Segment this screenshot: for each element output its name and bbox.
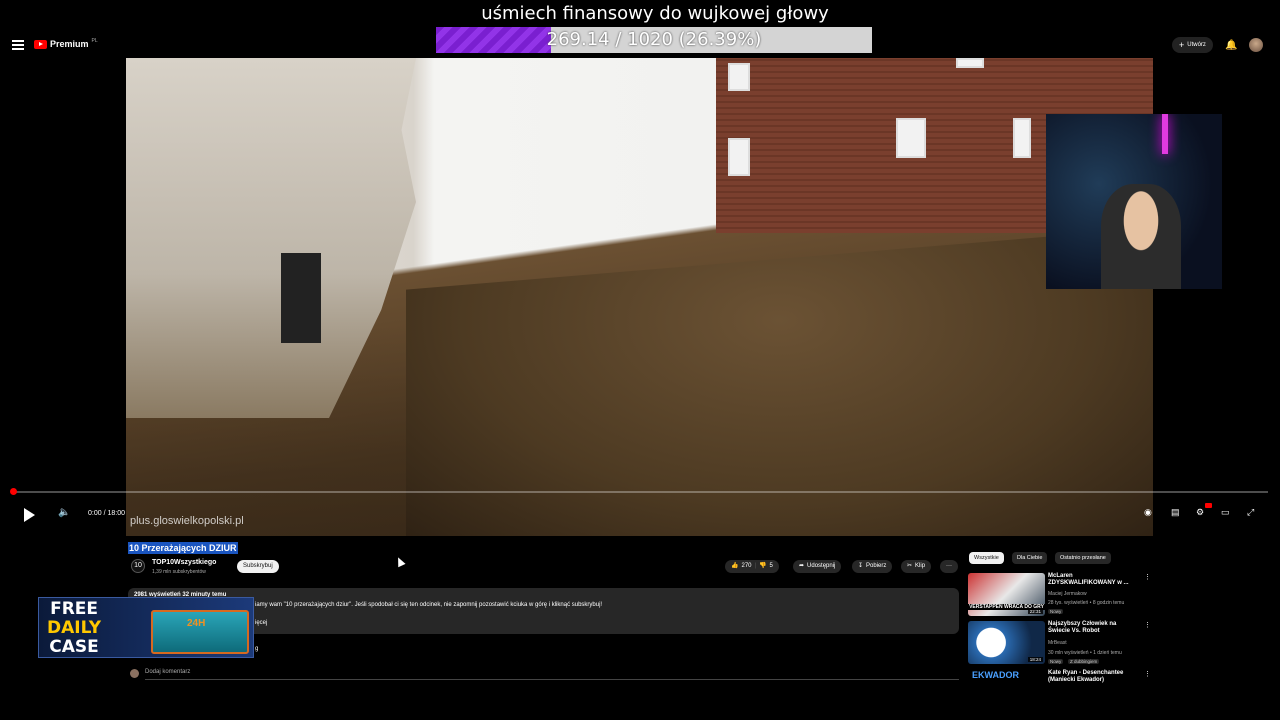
description-show-more[interactable]: ięcej — [255, 620, 267, 626]
autoplay-toggle-icon[interactable]: ◉ — [1144, 507, 1152, 518]
recommendation-item[interactable]: VERSTAPPEN WRACA DO GRY 22:31 McLaren ZD… — [968, 573, 1151, 618]
more-actions-button[interactable]: ··· — [940, 560, 958, 573]
thumbs-up-icon: 👍 — [731, 563, 739, 569]
subtitles-icon[interactable]: ▤ — [1171, 507, 1180, 518]
video-watermark: plus.gloswielkopolski.pl — [130, 515, 244, 527]
video-scene-window — [281, 253, 321, 343]
theater-mode-icon[interactable]: ▭ — [1221, 507, 1230, 518]
like-count: 270 — [741, 563, 752, 569]
comment-input-underline — [145, 679, 959, 680]
ad-text: FREE DAILY CASE — [47, 599, 102, 657]
clip-label: Klip — [915, 563, 926, 569]
youtube-play-icon — [34, 39, 47, 49]
share-icon: ➦ — [799, 563, 805, 569]
video-duration: 22:31 — [1027, 609, 1043, 614]
channel-name[interactable]: TOP10Wszystkiego — [152, 559, 216, 566]
video-scene-sinkhole — [406, 228, 1153, 536]
streamer-webcam — [1046, 114, 1222, 289]
scissors-icon: ✂ — [907, 563, 913, 569]
recommendation-item[interactable]: EKWADOR Kate Ryan - Desenchantee (Maniec… — [968, 670, 1151, 690]
stream-goal-progress-text: 269.14 / 1020 (26.39%) — [546, 29, 762, 50]
video-time: 0:00 / 18:00 — [88, 510, 125, 517]
create-button[interactable]: + Utwórz — [1172, 37, 1213, 53]
share-button[interactable]: ➦ Udostępnij — [793, 560, 842, 573]
play-icon[interactable] — [24, 508, 35, 522]
subscribe-button[interactable]: Subskrybuj — [237, 560, 279, 573]
ad-case-image: 24H — [151, 610, 249, 654]
download-button[interactable]: ↧ Pobierz — [852, 560, 893, 573]
description-text: iamy wam "10 przerażających dziur". Jeśl… — [255, 602, 603, 608]
video-scene-ruined-wall — [126, 58, 416, 418]
video-duration: 18:24 — [1027, 657, 1043, 662]
share-label: Udostępnij — [807, 563, 836, 569]
ad-24h-badge: 24H — [187, 618, 206, 629]
video-title: 10 Przerażających DZIUR — [128, 542, 238, 554]
fullscreen-icon[interactable]: ⤢ — [1247, 507, 1254, 518]
recommendation-item[interactable]: 18:24 Najszybszy Człowiek na Świecie Vs.… — [968, 621, 1151, 666]
settings-gear-icon[interactable]: ⚙ — [1196, 507, 1204, 518]
like-button[interactable]: 👍 270 — [731, 560, 752, 573]
thumbs-down-icon: 👎 — [759, 563, 767, 569]
hd-badge — [1205, 503, 1212, 508]
recommendation-title: Kate Ryan - Desenchantee (Maniecki Ekwad… — [1048, 670, 1124, 683]
chip-for-you[interactable]: Dla Ciebie — [1012, 552, 1048, 564]
recommendation-thumbnail[interactable]: 18:24 — [968, 621, 1045, 664]
recommendation-thumbnail[interactable]: EKWADOR — [968, 670, 1045, 688]
more-vert-icon[interactable]: ⋮ — [1144, 621, 1151, 629]
recommendation-channel: Maciej Jermakow — [1048, 591, 1087, 597]
add-comment-input[interactable]: Dodaj komentarz — [145, 669, 190, 675]
logo-country-code: PL — [91, 38, 98, 44]
stream-goal-title: uśmiech finansowy do wujkowej głowy — [481, 3, 829, 24]
create-label: Utwórz — [1187, 42, 1206, 48]
free-daily-case-ad[interactable]: FREE DAILY CASE 24H — [38, 597, 254, 658]
new-badge: Nowy — [1048, 659, 1064, 664]
recommendation-title: Najszybszy Człowiek na Świecie Vs. Robot — [1048, 621, 1117, 634]
account-avatar[interactable] — [1249, 38, 1263, 52]
progress-scrubber-handle[interactable] — [10, 488, 17, 495]
thumbnail-caption: EKWADOR — [972, 670, 1019, 680]
webcam-streamer — [1101, 184, 1181, 289]
more-vert-icon[interactable]: ⋮ — [1144, 573, 1151, 581]
clip-button[interactable]: ✂ Klip — [901, 560, 932, 573]
more-vert-icon[interactable]: ⋮ — [1144, 670, 1151, 678]
logo-text: Premium — [50, 39, 89, 49]
volume-icon[interactable]: 🔈 — [58, 507, 70, 518]
recommendation-thumbnail[interactable]: VERSTAPPEN WRACA DO GRY 22:31 — [968, 573, 1045, 616]
recommendation-channel: MrBeast — [1048, 640, 1067, 646]
chip-all[interactable]: Wszystkie — [969, 552, 1004, 564]
dislike-count: 5 — [769, 563, 773, 569]
comment-avatar — [130, 669, 139, 678]
webcam-neon-light — [1162, 114, 1168, 154]
notifications-bell-icon[interactable]: 🔔 — [1225, 40, 1237, 51]
channel-subscriber-count: 1,39 mln subskrybentów — [152, 569, 206, 575]
like-dislike-group: 👍 270 | 👎 5 — [725, 560, 779, 573]
stream-goal-bar: 269.14 / 1020 (26.39%) — [436, 27, 872, 53]
download-label: Pobierz — [866, 563, 887, 569]
video-player[interactable]: plus.gloswielkopolski.pl — [126, 58, 1153, 536]
description-fragment: g — [255, 646, 259, 652]
plus-icon: + — [1179, 40, 1185, 50]
video-progress-bar[interactable] — [12, 491, 1268, 493]
recommendation-title: McLaren ZDYSKWALIFIKOWANY w ... — [1048, 573, 1129, 586]
channel-avatar[interactable]: 10 — [131, 559, 145, 573]
mouse-cursor — [394, 555, 406, 568]
dubbing-badge: Z dubbingiem — [1068, 659, 1100, 664]
recommendation-meta: 28 tys. wyświetleń • 8 godzin temu — [1048, 600, 1125, 606]
new-badge: Nowy — [1048, 609, 1064, 614]
download-icon: ↧ — [858, 563, 864, 569]
recommendation-meta: 30 mln wyświetleń • 1 dzień temu — [1048, 650, 1122, 656]
hamburger-menu-icon[interactable] — [12, 40, 24, 50]
dislike-button[interactable]: 👎 5 — [759, 560, 773, 573]
youtube-premium-logo[interactable]: Premium PL — [34, 38, 98, 49]
chip-recently-uploaded[interactable]: Ostatnio przesłane — [1055, 552, 1111, 564]
